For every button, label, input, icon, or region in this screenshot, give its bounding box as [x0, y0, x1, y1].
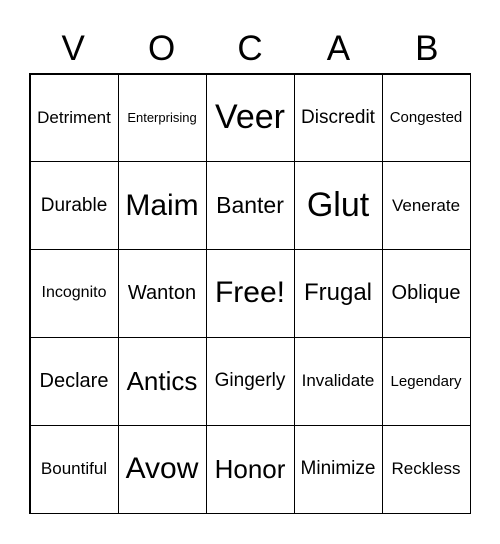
- bingo-cell: Legendary: [381, 336, 471, 426]
- bingo-cell: Wanton: [117, 249, 207, 338]
- bingo-cell: Congested: [381, 73, 471, 163]
- bingo-cell: Maim: [117, 161, 207, 251]
- bingo-header: V O C A B: [29, 26, 471, 72]
- bingo-cell: Avow: [117, 424, 207, 514]
- bingo-cell: Gingerly: [205, 336, 295, 426]
- bingo-cell: Invalidate: [293, 336, 383, 426]
- bingo-cell: Frugal: [293, 249, 383, 338]
- bingo-cell: Minimize: [293, 424, 383, 514]
- header-letter: C: [237, 29, 263, 68]
- bingo-cell: Glut: [293, 161, 383, 251]
- bingo-cell: Veer: [205, 73, 295, 163]
- header-letter: V: [61, 29, 85, 68]
- bingo-cell: Bountiful: [29, 424, 119, 514]
- bingo-cell: Honor: [205, 424, 295, 514]
- bingo-cell: Declare: [29, 336, 119, 426]
- bingo-cell: Incognito: [29, 249, 119, 338]
- header-letter: O: [147, 29, 176, 68]
- bingo-cell: Discredit: [293, 73, 383, 163]
- bingo-cell: Detriment: [29, 73, 119, 163]
- bingo-cell: Banter: [205, 161, 295, 251]
- bingo-cell: Oblique: [381, 249, 471, 338]
- header-letter: B: [415, 29, 439, 68]
- bingo-grid: Detriment Enterprising Veer Discredit Conges…: [29, 73, 471, 514]
- bingo-cell: Free!: [205, 249, 295, 338]
- bingo-cell: Venerate: [381, 161, 471, 251]
- bingo-cell: Reckless: [381, 424, 471, 514]
- bingo-cell: Enterprising: [117, 73, 207, 163]
- header-letter: A: [326, 29, 351, 68]
- bingo-cell: Antics: [117, 336, 207, 426]
- bingo-cell: Durable: [29, 161, 119, 251]
